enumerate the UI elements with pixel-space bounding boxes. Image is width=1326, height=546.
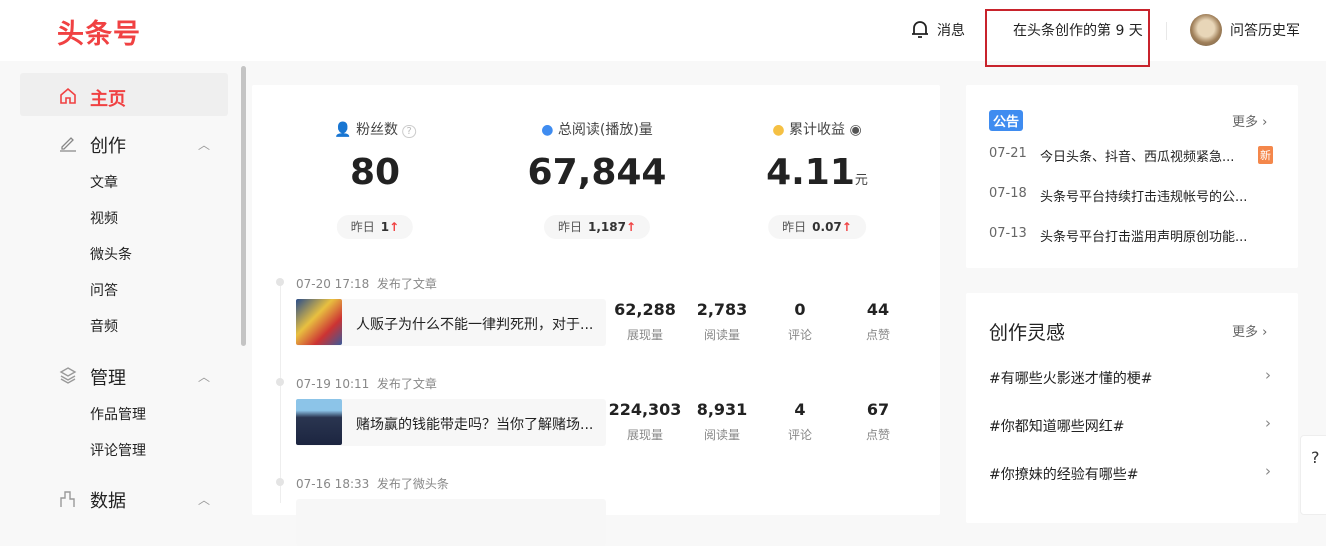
sidebar-item-qa[interactable]: 问答 <box>90 280 118 300</box>
stat-reads-label: ● 总阅读(播放)量 <box>541 122 653 138</box>
chevron-up-icon[interactable]: ︿ <box>198 368 210 385</box>
feed-time: 07-16 18:33 发布了微头条 <box>296 477 449 491</box>
notice-date: 07-18 <box>989 186 1027 201</box>
creation-days: 在头条创作的第 9 天 <box>1013 23 1143 39</box>
notice-date: 07-21 <box>989 146 1027 161</box>
sidebar-item-article[interactable]: 文章 <box>90 172 118 192</box>
layers-icon <box>59 367 77 384</box>
home-icon <box>60 87 76 104</box>
sidebar-item-comments[interactable]: 评论管理 <box>90 440 146 460</box>
sidebar-item-audio[interactable]: 音频 <box>90 316 118 336</box>
arrow-up-icon: ↑ <box>841 220 852 234</box>
metric-comments: 4 <box>794 400 806 419</box>
metric-label: 评论 <box>787 428 813 442</box>
metric-label: 阅读量 <box>703 328 741 342</box>
timeline-line <box>280 285 281 503</box>
feed-time: 07-19 10:11 发布了文章 <box>296 377 437 391</box>
inspiration-title: 创作灵感 <box>989 322 1066 344</box>
chevron-right-icon[interactable]: › <box>1265 462 1271 480</box>
pencil-icon <box>60 137 76 152</box>
metric-likes: 67 <box>866 400 890 419</box>
notice-title[interactable]: 头条号平台打击滥用声明原创功能... <box>1040 226 1247 245</box>
chevron-up-icon[interactable]: ︿ <box>198 136 210 153</box>
notice-more-link[interactable]: 更多 › <box>1232 111 1267 130</box>
arrow-up-icon: ↑ <box>625 220 637 234</box>
inspiration-item[interactable]: #你撩妹的经验有哪些# <box>989 464 1138 484</box>
stat-reads-value: 67,844 <box>527 152 667 193</box>
metric-impressions: 224,303 <box>608 400 682 419</box>
coin-icon: ● <box>772 122 785 138</box>
metric-impressions: 62,288 <box>614 300 676 319</box>
stat-income-value: 4.11元 <box>766 152 868 193</box>
article-title[interactable]: 赌场赢的钱能带走吗？当你了解赌场... <box>356 414 593 434</box>
question-bubble-icon[interactable]: ? <box>1311 448 1320 467</box>
sidebar-scrollbar[interactable] <box>241 66 246 346</box>
timeline-dot <box>276 278 284 286</box>
metric-reads: 8,931 <box>696 400 748 419</box>
notice-title[interactable]: 头条号平台持续打击违规帐号的公... <box>1040 186 1247 205</box>
stat-fans-yesterday: 昨日 1↑ <box>336 215 414 239</box>
stat-income-label: ● 累计收益 ◉ <box>772 122 862 138</box>
notice-tag: 公告 <box>989 110 1024 131</box>
feed-item[interactable]: 赌场赢的钱能带走吗？当你了解赌场... <box>296 399 606 446</box>
sidebar-item-micro[interactable]: 微头条 <box>90 244 132 264</box>
article-title[interactable]: 人贩子为什么不能一律判死刑，对于... <box>356 314 593 334</box>
arrow-up-icon: ↑ <box>389 220 400 234</box>
chevron-right-icon[interactable]: › <box>1265 366 1271 384</box>
metric-label: 展现量 <box>626 428 664 442</box>
new-badge: 新 <box>1258 146 1273 164</box>
notice-title[interactable]: 今日头条、抖音、西瓜视频紧急... <box>1040 146 1234 165</box>
divider <box>1166 22 1167 40</box>
drop-icon: ● <box>541 122 554 138</box>
chart-icon <box>60 491 75 507</box>
sidebar-create[interactable]: 创作 <box>90 132 126 158</box>
stat-fans-label: 👤 粉丝数 ? <box>334 119 416 139</box>
metric-comments: 0 <box>794 300 806 319</box>
notice-date: 07-13 <box>989 226 1027 241</box>
feed-item[interactable] <box>296 499 606 546</box>
chevron-up-icon[interactable]: ︿ <box>198 491 210 508</box>
logo[interactable]: 头条号 <box>57 12 141 51</box>
messages-link[interactable]: 消息 <box>937 20 965 40</box>
help-icon[interactable]: ? <box>402 125 416 138</box>
avatar[interactable] <box>1190 14 1222 46</box>
sidebar-home-label: 主页 <box>90 89 126 110</box>
metric-likes: 44 <box>866 300 890 319</box>
timeline-dot <box>276 478 284 486</box>
chevron-right-icon[interactable]: › <box>1265 414 1271 432</box>
metric-label: 点赞 <box>865 428 891 442</box>
metric-label: 点赞 <box>865 328 891 342</box>
feed-time: 07-20 17:18 发布了文章 <box>296 277 437 291</box>
help-widget[interactable]: ? <box>1300 435 1326 515</box>
stat-fans-value: 80 <box>349 152 401 193</box>
inspiration-more-link[interactable]: 更多 › <box>1232 321 1267 340</box>
sidebar-item-works[interactable]: 作品管理 <box>90 404 146 424</box>
timeline-dot <box>276 378 284 386</box>
sidebar-data[interactable]: 数据 <box>90 487 126 513</box>
stat-reads-yesterday: 昨日 1,187↑ <box>543 215 651 239</box>
sidebar-manage[interactable]: 管理 <box>90 364 126 390</box>
article-thumbnail <box>296 299 342 345</box>
sidebar-item-video[interactable]: 视频 <box>90 208 118 228</box>
metric-label: 评论 <box>787 328 813 342</box>
inspiration-item[interactable]: #你都知道哪些网红# <box>989 416 1124 436</box>
user-icon: 👤 <box>334 122 352 138</box>
inspiration-item[interactable]: #有哪些火影迷才懂的梗# <box>989 368 1152 388</box>
stat-income-yesterday: 昨日 0.07↑ <box>768 215 866 239</box>
metric-reads: 2,783 <box>696 300 748 319</box>
metric-label: 展现量 <box>626 328 664 342</box>
eye-icon[interactable]: ◉ <box>849 122 861 138</box>
metric-label: 阅读量 <box>703 428 741 442</box>
article-thumbnail <box>296 399 342 445</box>
username[interactable]: 问答历史军 <box>1230 20 1300 40</box>
feed-item[interactable]: 人贩子为什么不能一律判死刑，对于... <box>296 299 606 346</box>
bell-icon[interactable] <box>910 19 930 39</box>
